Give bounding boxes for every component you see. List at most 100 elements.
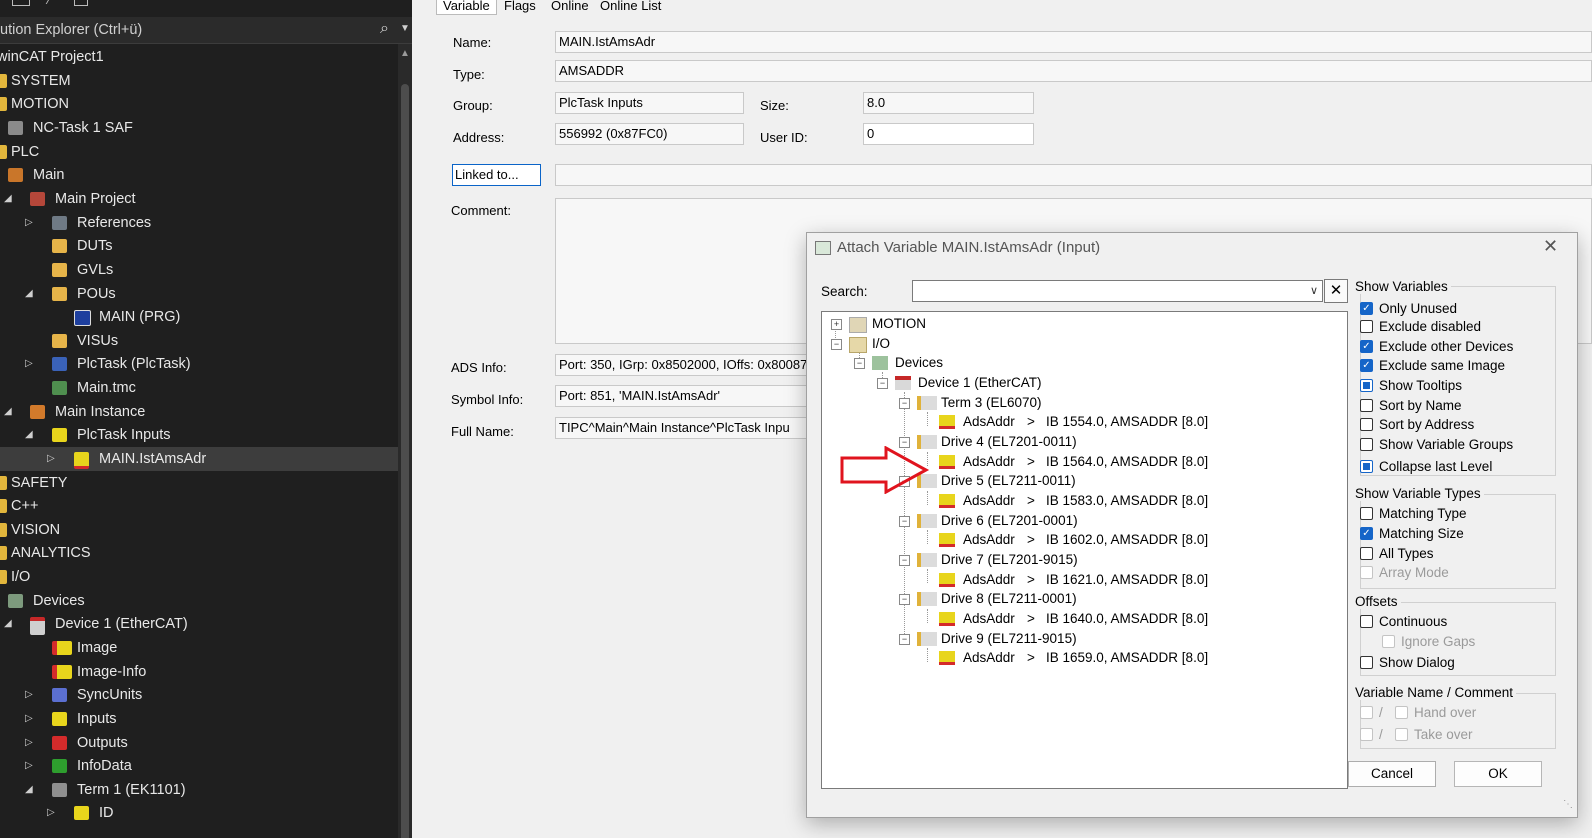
collapse-icon[interactable]: − — [899, 555, 910, 566]
cancel-button[interactable]: Cancel — [1348, 761, 1436, 787]
type-field[interactable]: AMSADDR — [555, 60, 1592, 82]
collapse-icon[interactable]: − — [899, 398, 910, 409]
linked-to-field[interactable] — [555, 164, 1592, 186]
tree-item-duts[interactable]: DUTs — [0, 234, 398, 258]
tree-item-vision[interactable]: VISION — [0, 518, 398, 542]
collapse-arrow-icon[interactable]: ▷ — [25, 707, 33, 731]
toolbar-icon[interactable] — [74, 0, 88, 6]
tree-item-label: MAIN.IstAmsAdr — [99, 451, 207, 467]
tree-item-gvls[interactable]: GVLs — [0, 258, 398, 282]
expand-arrow-icon[interactable]: ◢ — [25, 423, 33, 447]
collapse-arrow-icon[interactable]: ▷ — [25, 731, 33, 755]
scrollbar-thumb[interactable] — [401, 84, 409, 838]
tree-node-label: Drive 4 (EL7201-0011) — [941, 434, 1077, 449]
splitter[interactable] — [412, 0, 429, 838]
tree-item-main-instance[interactable]: ◢ Main Instance — [0, 400, 398, 424]
close-icon[interactable]: ✕ — [1543, 236, 1558, 257]
expand-icon[interactable]: + — [831, 319, 842, 330]
address-field[interactable]: 556992 (0x87FC0) — [555, 123, 744, 145]
expand-arrow-icon[interactable]: ◢ — [25, 778, 33, 802]
tree-item-references[interactable]: ▷ References — [0, 211, 398, 235]
symbol-info-field[interactable]: Port: 851, 'MAIN.IstAmsAdr' — [555, 385, 815, 407]
collapse-icon[interactable]: − — [854, 358, 865, 369]
explorer-scrollbar[interactable]: ▲ — [398, 44, 412, 838]
tree-item-plc[interactable]: PLC — [0, 140, 398, 164]
collapse-arrow-icon[interactable]: ▷ — [47, 447, 55, 471]
tree-item-motion[interactable]: MOTION — [0, 92, 398, 116]
tree-item-outputs[interactable]: ▷ Outputs — [0, 731, 398, 755]
tree-item-devices[interactable]: Devices — [0, 589, 398, 613]
terminal-icon — [917, 592, 937, 606]
tree-item-term1[interactable]: ◢ Term 1 (EK1101) — [0, 778, 398, 802]
name-field[interactable]: MAIN.IstAmsAdr — [555, 31, 1592, 53]
tree-item-io[interactable]: I/O — [0, 565, 398, 589]
checkbox-separator: / — [1379, 727, 1383, 742]
tree-item-plctask[interactable]: ▷ PlcTask (PlcTask) — [0, 352, 398, 376]
explorer-search-bar[interactable]: ution Explorer (Ctrl+ü) ⌕ ▼ — [0, 17, 412, 44]
collapse-arrow-icon[interactable]: ▷ — [25, 683, 33, 707]
search-input[interactable]: ∨ — [912, 280, 1323, 302]
variable-name: AdsAddr — [963, 532, 1015, 547]
tree-item-id[interactable]: ▷ ID — [0, 801, 398, 825]
search-icon[interactable]: ⌕ — [380, 20, 389, 38]
size-field[interactable]: 8.0 — [863, 92, 1034, 114]
checkbox-label: Only Unused — [1379, 301, 1458, 316]
full-name-field[interactable]: TIPC^Main^Main Instance^PlcTask Inpu — [555, 417, 815, 439]
folder-icon — [52, 263, 67, 277]
ok-button[interactable]: OK — [1454, 761, 1542, 787]
collapse-icon[interactable]: − — [877, 378, 888, 389]
toolbar-icon[interactable] — [12, 0, 30, 6]
tree-item-device1[interactable]: ◢ Device 1 (EtherCAT) — [0, 612, 398, 636]
collapse-arrow-icon[interactable]: ▷ — [25, 211, 33, 235]
tree-item-nc-task[interactable]: NC-Task 1 SAF — [0, 116, 398, 140]
tree-item-infodata[interactable]: ▷ InfoData — [0, 754, 398, 778]
variable-tree[interactable]: + MOTION − I/O − Devices − Device 1 (Eth… — [821, 311, 1348, 789]
tab-variable[interactable]: Variable — [436, 0, 497, 15]
expand-arrow-icon[interactable]: ◢ — [25, 282, 33, 306]
tree-item-main-tmc[interactable]: Main.tmc — [0, 376, 398, 400]
chevron-down-icon[interactable]: ∨ — [1310, 284, 1318, 297]
tree-item-main-istamsadr[interactable]: ▷ MAIN.IstAmsAdr — [0, 447, 398, 471]
tree-item-image[interactable]: Image — [0, 636, 398, 660]
linked-to-button[interactable]: Linked to... — [452, 164, 541, 186]
collapse-arrow-icon[interactable]: ▷ — [25, 352, 33, 376]
checkbox-icon — [1360, 728, 1373, 741]
collapse-icon[interactable]: − — [899, 594, 910, 605]
tree-item-cpp[interactable]: C++ — [0, 494, 398, 518]
expand-arrow-icon[interactable]: ◢ — [4, 612, 12, 636]
references-icon — [52, 216, 67, 230]
tree-item-project[interactable]: winCAT Project1 — [0, 45, 398, 69]
clear-search-button[interactable]: ✕ — [1324, 279, 1348, 303]
collapse-arrow-icon[interactable]: ▷ — [47, 801, 55, 825]
tree-item-main-prg[interactable]: MAIN (PRG) — [0, 305, 398, 329]
collapse-icon[interactable]: − — [899, 516, 910, 527]
tab-flags[interactable]: Flags — [498, 0, 542, 14]
tree-item-system[interactable]: SYSTEM — [0, 69, 398, 93]
ads-info-field[interactable]: Port: 350, IGrp: 0x8502000, IOffs: 0x800… — [555, 354, 815, 376]
tab-online-list[interactable]: Online List — [594, 0, 667, 14]
collapse-icon[interactable]: − — [831, 339, 842, 350]
tree-item-inputs[interactable]: ▷ Inputs — [0, 707, 398, 731]
plc-project-icon — [8, 168, 23, 182]
scroll-up-icon[interactable]: ▲ — [400, 48, 410, 59]
tree-item-syncunits[interactable]: ▷ SyncUnits — [0, 683, 398, 707]
tree-item-pous[interactable]: ◢ POUs — [0, 282, 398, 306]
collapse-icon[interactable]: − — [899, 634, 910, 645]
tree-item-main[interactable]: Main — [0, 163, 398, 187]
expand-arrow-icon[interactable]: ◢ — [4, 400, 12, 424]
tree-item-main-project[interactable]: ◢ Main Project — [0, 187, 398, 211]
nc-task-icon — [8, 121, 23, 135]
userid-field[interactable]: 0 — [863, 123, 1034, 145]
tree-item-visus[interactable]: VISUs — [0, 329, 398, 353]
tree-item-safety[interactable]: SAFETY — [0, 471, 398, 495]
tab-online[interactable]: Online — [545, 0, 595, 14]
group-field[interactable]: PlcTask Inputs — [555, 92, 744, 114]
collapse-arrow-icon[interactable]: ▷ — [25, 754, 33, 778]
tree-item-image-info[interactable]: Image-Info — [0, 660, 398, 684]
chevron-down-icon[interactable]: ▼ — [400, 23, 410, 34]
tree-item-plctask-inputs[interactable]: ◢ PlcTask Inputs — [0, 423, 398, 447]
tree-item-analytics[interactable]: ANALYTICS — [0, 541, 398, 565]
expand-arrow-icon[interactable]: ◢ — [4, 187, 12, 211]
resize-grip-icon[interactable]: ⋱ — [1563, 799, 1573, 810]
toolbar-icon[interactable] — [45, 0, 62, 4]
